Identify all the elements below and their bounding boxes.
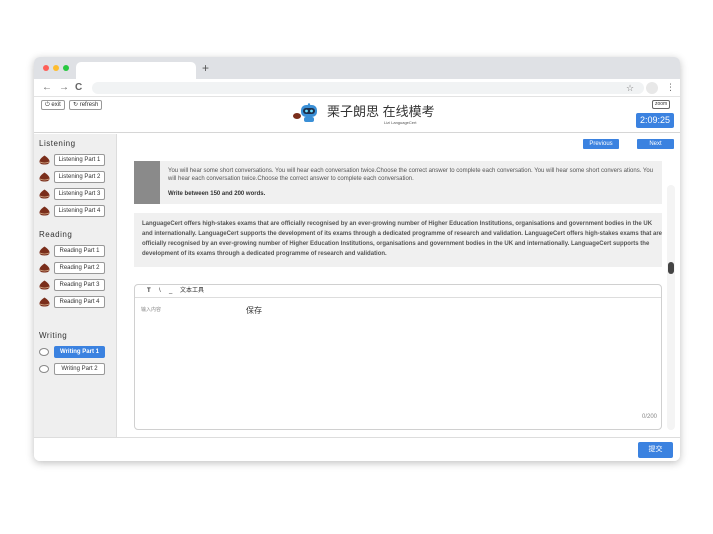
chestnut-icon (39, 246, 50, 256)
italic-tool-button[interactable]: \ (159, 287, 161, 295)
main-panel: Previous Next You will hear some short c… (118, 134, 680, 437)
next-button[interactable]: Next (637, 139, 674, 149)
back-arrow-icon[interactable]: ← (42, 82, 52, 94)
scrollbar[interactable] (667, 185, 675, 430)
writing-part-2-button[interactable]: Writing Part 2 (54, 363, 105, 375)
exit-label: exit (51, 102, 61, 108)
browser-window: + ← → C ☆ ⋮ ⏻ exit ↻ refresh 栗子朗思 在线模考 L… (34, 57, 680, 461)
listening-part-1-button[interactable]: Listening Part 1 (54, 154, 105, 166)
passage-text: LanguageCert offers high-stakes exams th… (142, 221, 663, 257)
robot-mascot-logo (293, 103, 317, 122)
refresh-label: refresh (79, 102, 99, 108)
section-title-writing: Writing (39, 331, 68, 340)
forward-arrow-icon[interactable]: → (59, 82, 69, 94)
submit-button[interactable]: 提交 (638, 442, 673, 458)
incomplete-status-icon (39, 365, 49, 373)
text-tool-button[interactable]: 文本工具 (180, 287, 204, 295)
profile-avatar[interactable] (646, 82, 658, 94)
reading-passage: LanguageCert offers high-stakes exams th… (134, 213, 662, 267)
section-title-reading: Reading (39, 230, 73, 239)
maximize-window-button[interactable] (63, 65, 69, 71)
reading-part-1-button[interactable]: Reading Part 1 (54, 245, 105, 257)
address-bar: ← → C ☆ ⋮ (34, 79, 680, 97)
new-tab-button[interactable]: + (202, 61, 209, 75)
chestnut-icon (39, 206, 50, 216)
scrollbar-thumb[interactable] (668, 262, 674, 274)
word-limit-text: Write between 150 and 200 words. (168, 191, 266, 197)
browser-menu-icon[interactable]: ⋮ (666, 81, 675, 93)
brand-subtitle: Lizi LanguageCert (384, 120, 417, 125)
browser-tab[interactable] (76, 62, 196, 79)
listening-part-2-button[interactable]: Listening Part 2 (54, 171, 105, 183)
page-header: ⏻ exit ↻ refresh 栗子朗思 在线模考 Lizi Language… (34, 97, 680, 133)
reading-part-3-button[interactable]: Reading Part 3 (54, 279, 105, 291)
brand-title: 栗子朗思 在线模考 (327, 104, 435, 119)
writing-part-1-button[interactable]: Writing Part 1 (54, 346, 105, 358)
listening-part-3-button[interactable]: Listening Part 3 (54, 188, 105, 200)
url-input[interactable] (92, 82, 644, 94)
editor-placeholder: 输入内容 (141, 307, 162, 313)
reading-part-4-button[interactable]: Reading Part 4 (54, 296, 105, 308)
word-counter: 0/200 (641, 414, 657, 420)
close-window-button[interactable] (43, 65, 49, 71)
chestnut-icon (39, 189, 50, 199)
instruction-panel: You will hear some short conversations. … (134, 161, 662, 204)
reload-icon[interactable]: C (75, 82, 82, 94)
instruction-text: You will hear some short conversations. … (168, 168, 654, 182)
power-icon: ⏻ (45, 102, 50, 108)
save-button[interactable]: 保存 (246, 306, 262, 316)
listening-part-4-button[interactable]: Listening Part 4 (54, 205, 105, 217)
minimize-window-button[interactable] (53, 65, 59, 71)
chestnut-icon (39, 263, 50, 273)
chestnut-icon (39, 172, 50, 182)
zoom-button[interactable]: zoom (652, 100, 671, 109)
refresh-button[interactable]: ↻ refresh (69, 100, 103, 110)
tab-bar: + (34, 57, 680, 79)
section-title-listening: Listening (39, 139, 76, 148)
bookmark-star-icon[interactable]: ☆ (626, 82, 634, 94)
page-footer: 提交 (34, 437, 680, 461)
chestnut-icon (39, 280, 50, 290)
chestnut-icon (39, 155, 50, 165)
refresh-icon: ↻ (73, 102, 79, 108)
incomplete-status-icon (39, 348, 49, 356)
bold-tool-button[interactable]: T (147, 287, 151, 295)
exit-button[interactable]: ⏻ exit (41, 100, 65, 110)
countdown-timer: 2:09:25 (636, 113, 674, 128)
chestnut-icon (39, 297, 50, 307)
reading-part-2-button[interactable]: Reading Part 2 (54, 262, 105, 274)
answer-editor[interactable]: T \ _ 文本工具 输入内容 保存 0/200 (134, 284, 662, 430)
sidebar: Listening Listening Part 1 Listening Par… (34, 134, 117, 437)
previous-button[interactable]: Previous (583, 139, 619, 149)
instruction-image (134, 161, 160, 204)
editor-toolbar: T \ _ 文本工具 (135, 285, 661, 298)
underline-tool-button[interactable]: _ (169, 287, 172, 295)
